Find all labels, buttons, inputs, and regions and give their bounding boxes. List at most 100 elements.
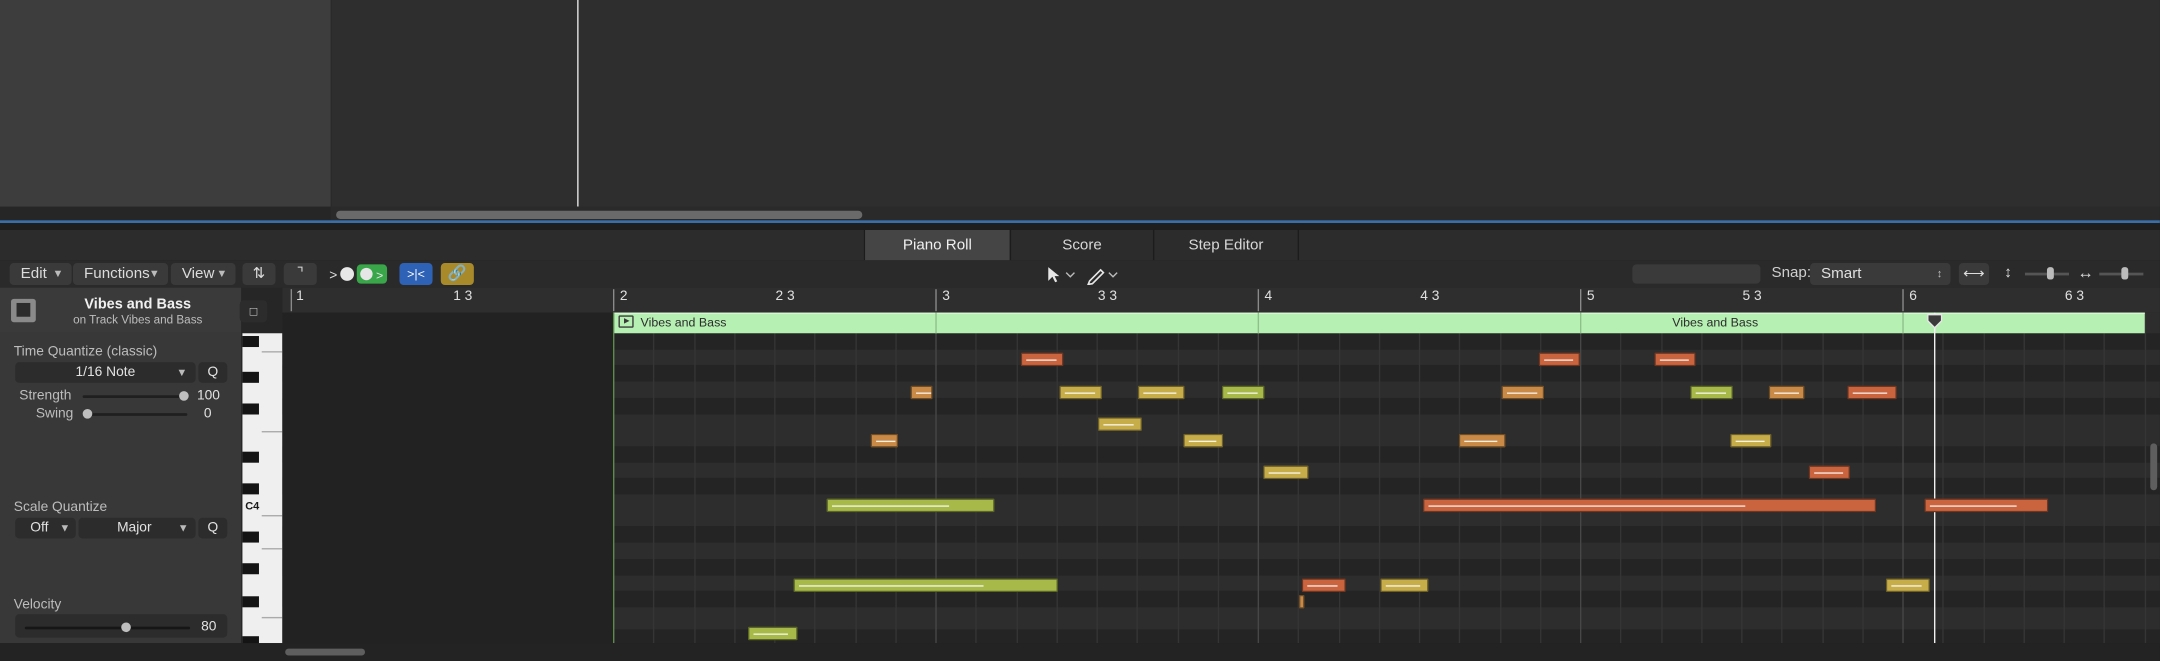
midi-note[interactable]: [826, 498, 995, 513]
region-title: Vibes and Bass: [640, 315, 727, 330]
swing-slider[interactable]: [82, 413, 188, 416]
collapse-icon[interactable]: ⇅: [242, 263, 276, 286]
tab-piano-roll[interactable]: Piano Roll: [863, 229, 1010, 261]
piano-roll-vertical-scroll-thumb[interactable]: [2150, 443, 2158, 491]
bar-ruler[interactable]: [282, 287, 2160, 314]
fit-width-icon[interactable]: ⟷: [1958, 263, 1990, 286]
black-key[interactable]: [242, 336, 259, 348]
midi-note[interactable]: [1768, 385, 1805, 400]
grid-beat-line: [1701, 312, 1703, 644]
midi-note[interactable]: [1298, 594, 1305, 609]
tracks-scroll-thumb[interactable]: [336, 210, 863, 219]
swing-knob[interactable]: [82, 408, 93, 419]
midi-note[interactable]: [910, 385, 933, 400]
ruler-bar-label: 1: [296, 289, 304, 305]
scale-quantize-scale-select[interactable]: Major ▼: [78, 517, 196, 539]
pointer-tool-menu[interactable]: [1036, 263, 1080, 285]
ruler-bar-label: 3 3: [1097, 289, 1118, 305]
pencil-icon: [1086, 268, 1118, 286]
track-header-area[interactable]: [0, 0, 332, 207]
region-name: Vibes and Bass: [84, 296, 192, 313]
note-velocity-line: [1891, 585, 1922, 587]
note-velocity-line: [1695, 392, 1727, 394]
search-field[interactable]: [1632, 264, 1761, 284]
midi-note[interactable]: [1059, 385, 1102, 400]
midi-note[interactable]: [1020, 352, 1064, 367]
midi-note[interactable]: [1097, 417, 1142, 432]
midi-note[interactable]: [870, 433, 899, 448]
ruler-bar-label: 6: [1909, 289, 1917, 305]
snap-label: Snap:: [1771, 264, 1812, 281]
vertical-zoom-knob[interactable]: [2046, 267, 2054, 280]
midi-note[interactable]: [1730, 433, 1772, 448]
midi-note[interactable]: [1690, 385, 1733, 400]
midi-note[interactable]: [1380, 578, 1429, 593]
playhead-handle-icon[interactable]: [1927, 311, 1943, 329]
midi-note[interactable]: [1538, 352, 1580, 367]
grid-beat-line: [1016, 312, 1018, 644]
time-quantize-select[interactable]: 1/16 Note ▼: [15, 362, 196, 383]
midi-note[interactable]: [1458, 433, 1506, 448]
chevron-down-icon: ▼: [216, 267, 228, 280]
black-key[interactable]: [242, 371, 259, 383]
horizontal-zoom-knob[interactable]: [2121, 267, 2129, 280]
snap-select[interactable]: Smart ↕: [1810, 263, 1951, 286]
swing-label: Swing: [35, 406, 74, 422]
region-loop-icon: [618, 315, 634, 328]
midi-note[interactable]: [1422, 498, 1877, 513]
region-menu-icon[interactable]: □: [239, 300, 268, 323]
midi-note[interactable]: [1137, 385, 1185, 400]
midi-note[interactable]: [1885, 578, 1930, 593]
black-key[interactable]: [242, 596, 259, 608]
scale-quantize-q-button[interactable]: Q: [198, 517, 228, 539]
edit-menu[interactable]: Edit ▼: [9, 263, 72, 286]
inspector-header: Vibes and Bass on Track Vibes and Bass □: [0, 287, 268, 332]
catch-icon[interactable]: >|<: [399, 263, 433, 286]
automation-icon[interactable]: ⌝: [283, 263, 317, 286]
tab-score[interactable]: Score: [1009, 229, 1153, 261]
midi-note[interactable]: [1924, 498, 2049, 513]
midi-note[interactable]: [1301, 578, 1346, 593]
tracks-area[interactable]: [331, 0, 2160, 207]
functions-menu[interactable]: Functions ▼: [73, 263, 169, 286]
ruler-bar-tick: [1902, 289, 1904, 312]
midi-note[interactable]: [793, 578, 1058, 593]
black-key[interactable]: [242, 563, 259, 575]
pencil-tool-menu[interactable]: [1083, 263, 1124, 286]
link-icon[interactable]: 🔗: [440, 263, 474, 286]
piano-roll-scroll-thumb[interactable]: [285, 648, 366, 656]
strength-knob[interactable]: [179, 391, 189, 401]
strength-slider[interactable]: [82, 395, 188, 398]
region-header-divider: [1902, 312, 1904, 334]
track-name: on Track Vibes and Bass: [73, 312, 203, 327]
midi-note[interactable]: [1808, 465, 1850, 480]
ruler-bar-label: 1 3: [453, 289, 473, 305]
midi-note[interactable]: [1221, 385, 1265, 400]
black-key[interactable]: [242, 483, 259, 495]
black-key[interactable]: [242, 403, 259, 415]
midi-note[interactable]: [1847, 385, 1897, 400]
pane-divider[interactable]: [0, 223, 2160, 230]
velocity-knob[interactable]: [121, 622, 131, 633]
midi-note[interactable]: [1654, 352, 1696, 367]
grid-beat-line: [1338, 312, 1341, 644]
midi-note[interactable]: [747, 626, 798, 641]
view-menu[interactable]: View ▼: [170, 263, 236, 286]
midi-note[interactable]: [1263, 465, 1309, 480]
playhead[interactable]: [1934, 312, 1936, 644]
midi-note[interactable]: [1183, 433, 1224, 448]
region-start-border: [612, 312, 615, 644]
pre-region-area[interactable]: [282, 312, 613, 644]
time-quantize-q-button[interactable]: Q: [198, 362, 228, 383]
black-key[interactable]: [242, 451, 259, 463]
white-key-divider: [261, 548, 283, 550]
tracks-playhead[interactable]: [577, 0, 579, 207]
scale-quantize-off-select[interactable]: Off ▼: [15, 517, 76, 539]
velocity-slider[interactable]: [24, 626, 191, 630]
region-header[interactable]: [612, 312, 2145, 334]
editor-tab-bar: Piano Roll Score Step Editor: [0, 229, 2160, 262]
black-key[interactable]: [242, 531, 259, 543]
tab-step-editor[interactable]: Step Editor: [1152, 229, 1299, 261]
midi-note[interactable]: [1501, 385, 1545, 400]
midi-in-icon[interactable]: > >: [328, 263, 389, 285]
